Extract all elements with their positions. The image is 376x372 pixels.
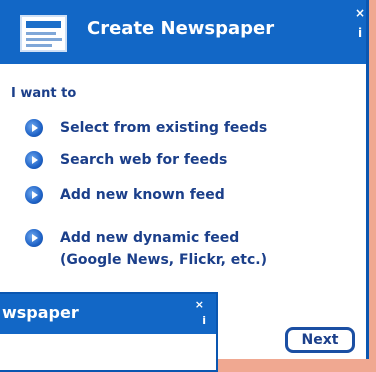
close-icon[interactable]: × [355,6,365,20]
option-search-web-feeds[interactable]: Search web for feeds [25,149,228,171]
arrow-right-icon [25,151,43,169]
option-label: Select from existing feeds [60,120,268,136]
background-title-bar: wspaper × i [0,294,216,334]
close-icon: × [194,298,204,311]
next-button[interactable]: Next [285,327,355,353]
arrow-right-icon [25,229,43,247]
background-newspaper-window: wspaper × i [0,292,218,372]
arrow-right-icon [25,186,43,204]
info-icon[interactable]: i [358,26,362,40]
newspaper-app-icon [20,15,67,52]
prompt-heading: I want to [11,86,77,101]
background-window-title: wspaper [2,303,79,322]
option-add-dynamic-feed[interactable]: Add new dynamic feed (Google News, Flick… [25,227,267,271]
option-sublabel: (Google News, Flickr, etc.) [60,252,267,268]
info-icon: i [202,314,206,327]
option-label: Search web for feeds [60,152,228,168]
dialog-title: Create Newspaper [87,18,275,39]
arrow-right-icon [25,119,43,137]
title-bar: Create Newspaper × i [0,0,366,64]
option-label: Add new dynamic feed [60,230,240,246]
option-select-existing-feeds[interactable]: Select from existing feeds [25,117,268,139]
option-add-known-feed[interactable]: Add new known feed [25,184,225,206]
option-label: Add new known feed [60,187,225,203]
